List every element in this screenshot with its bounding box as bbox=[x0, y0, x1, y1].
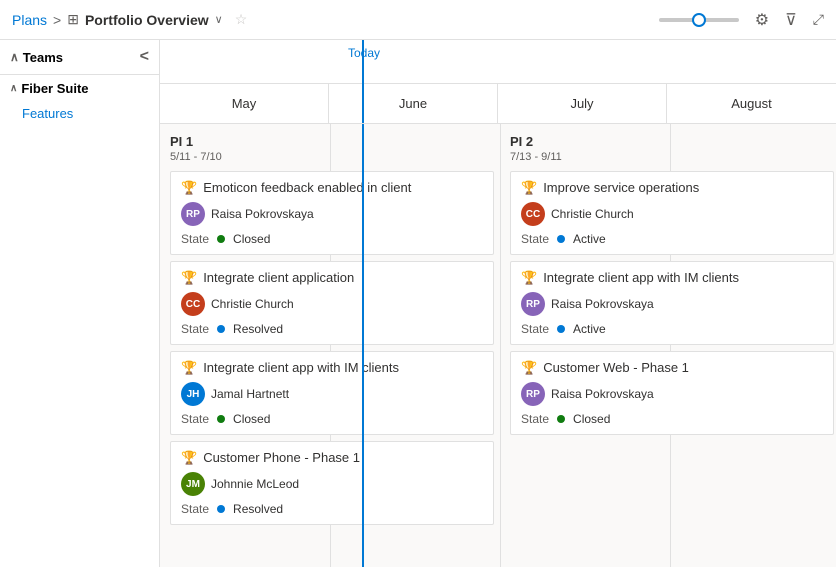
feature-title: 🏆 Improve service operations bbox=[521, 180, 823, 196]
feature-state: State Closed bbox=[521, 412, 823, 426]
state-dot bbox=[217, 505, 225, 513]
expand-icon[interactable]: ⤢ bbox=[813, 11, 824, 28]
feature-title: 🏆 Customer Phone - Phase 1 bbox=[181, 450, 483, 466]
timeline-header: Today May June July August bbox=[160, 40, 836, 124]
pi2-block: PI 2 7/13 - 9/11 🏆 Improve service opera… bbox=[500, 124, 836, 541]
sidebar-collapse-btn[interactable]: < bbox=[140, 48, 149, 66]
pi1-block: PI 1 5/11 - 7/10 🏆 Emoticon feedback ena… bbox=[160, 124, 500, 541]
gantt-area: Today May June July August bbox=[160, 40, 836, 567]
feature-assignee: CC Christie Church bbox=[181, 292, 483, 316]
pi1-title: PI 1 bbox=[170, 134, 494, 149]
trophy-icon: 🏆 bbox=[181, 360, 197, 376]
state-dot bbox=[557, 415, 565, 423]
avatar: JH bbox=[181, 382, 205, 406]
today-label: Today bbox=[348, 46, 380, 60]
feature-assignee: JH Jamal Hartnett bbox=[181, 382, 483, 406]
main-content: ∧ Teams < ∧ Fiber Suite Features Today M… bbox=[0, 40, 836, 567]
avatar: RP bbox=[521, 382, 545, 406]
feature-state: State Resolved bbox=[181, 322, 483, 336]
feature-assignee: JM Johnnie McLeod bbox=[181, 472, 483, 496]
pi2-dates: 7/13 - 9/11 bbox=[510, 151, 834, 163]
pi2-title: PI 2 bbox=[510, 134, 834, 149]
feature-assignee: RP Raisa Pokrovskaya bbox=[181, 202, 483, 226]
feature-state: State Closed bbox=[181, 412, 483, 426]
feature-title: 🏆 Integrate client app with IM clients bbox=[521, 270, 823, 286]
feature-title: 🏆 Customer Web - Phase 1 bbox=[521, 360, 823, 376]
teams-label: Teams bbox=[23, 50, 63, 65]
feature-assignee: RP Raisa Pokrovskaya bbox=[521, 382, 823, 406]
month-july: July bbox=[498, 84, 667, 123]
feature-assignee: RP Raisa Pokrovskaya bbox=[521, 292, 823, 316]
trophy-icon: 🏆 bbox=[181, 450, 197, 466]
today-line bbox=[362, 40, 364, 123]
settings-icon[interactable]: ⚙ bbox=[755, 10, 769, 30]
month-june: June bbox=[329, 84, 498, 123]
feature-card[interactable]: 🏆 Improve service operations CC Christie… bbox=[510, 171, 834, 255]
pi-container: PI 1 5/11 - 7/10 🏆 Emoticon feedback ena… bbox=[160, 124, 836, 541]
fiber-suite-group[interactable]: ∧ Fiber Suite bbox=[0, 75, 159, 102]
avatar: RP bbox=[181, 202, 205, 226]
avatar: JM bbox=[181, 472, 205, 496]
breadcrumb: Plans > ⊞ Portfolio Overview ∨ ☆ bbox=[12, 11, 247, 28]
state-dot bbox=[557, 325, 565, 333]
feature-card[interactable]: 🏆 Emoticon feedback enabled in client RP… bbox=[170, 171, 494, 255]
group-chevron: ∧ bbox=[10, 83, 17, 94]
portfolio-title: Portfolio Overview bbox=[85, 12, 209, 28]
zoom-slider[interactable] bbox=[659, 18, 739, 22]
avatar: RP bbox=[521, 292, 545, 316]
avatar: CC bbox=[521, 202, 545, 226]
month-headers: May June July August bbox=[160, 83, 836, 123]
features-label: Features bbox=[22, 106, 73, 121]
star-icon[interactable]: ☆ bbox=[235, 11, 248, 28]
feature-state: State Closed bbox=[181, 232, 483, 246]
plans-link[interactable]: Plans bbox=[12, 12, 47, 28]
state-dot bbox=[557, 235, 565, 243]
gantt-body: PI 1 5/11 - 7/10 🏆 Emoticon feedback ena… bbox=[160, 124, 836, 567]
feature-title: 🏆 Integrate client app with IM clients bbox=[181, 360, 483, 376]
feature-card[interactable]: 🏆 Customer Web - Phase 1 RP Raisa Pokrov… bbox=[510, 351, 834, 435]
trophy-icon: 🏆 bbox=[521, 180, 537, 196]
state-dot bbox=[217, 325, 225, 333]
feature-card[interactable]: 🏆 Integrate client app with IM clients J… bbox=[170, 351, 494, 435]
state-dot bbox=[217, 235, 225, 243]
sidebar-header: ∧ Teams < bbox=[0, 40, 159, 75]
feature-title: 🏆 Emoticon feedback enabled in client bbox=[181, 180, 483, 196]
state-dot bbox=[217, 415, 225, 423]
avatar: CC bbox=[181, 292, 205, 316]
dropdown-icon[interactable]: ∨ bbox=[215, 13, 223, 26]
month-august: August bbox=[667, 84, 836, 123]
feature-state: State Resolved bbox=[181, 502, 483, 516]
sidebar-item-features[interactable]: Features bbox=[0, 102, 159, 125]
group-label: Fiber Suite bbox=[21, 81, 88, 96]
sidebar: ∧ Teams < ∧ Fiber Suite Features bbox=[0, 40, 160, 567]
feature-state: State Active bbox=[521, 232, 823, 246]
trophy-icon: 🏆 bbox=[181, 270, 197, 286]
feature-state: State Active bbox=[521, 322, 823, 336]
teams-chevron[interactable]: ∧ bbox=[10, 50, 19, 64]
trophy-icon: 🏆 bbox=[181, 180, 197, 196]
breadcrumb-separator: > bbox=[53, 12, 61, 28]
feature-card[interactable]: 🏆 Customer Phone - Phase 1 JM Johnnie Mc… bbox=[170, 441, 494, 525]
pi1-dates: 5/11 - 7/10 bbox=[170, 151, 494, 163]
portfolio-icon: ⊞ bbox=[67, 11, 79, 28]
filter-icon[interactable]: ⊽ bbox=[785, 10, 797, 30]
month-may: May bbox=[160, 84, 329, 123]
feature-card[interactable]: 🏆 Integrate client app with IM clients R… bbox=[510, 261, 834, 345]
header-controls: ⚙ ⊽ ⤢ bbox=[659, 10, 824, 30]
trophy-icon: 🏆 bbox=[521, 270, 537, 286]
feature-title: 🏆 Integrate client application bbox=[181, 270, 483, 286]
feature-card[interactable]: 🏆 Integrate client application CC Christ… bbox=[170, 261, 494, 345]
trophy-icon: 🏆 bbox=[521, 360, 537, 376]
feature-assignee: CC Christie Church bbox=[521, 202, 823, 226]
app-header: Plans > ⊞ Portfolio Overview ∨ ☆ ⚙ ⊽ ⤢ bbox=[0, 0, 836, 40]
